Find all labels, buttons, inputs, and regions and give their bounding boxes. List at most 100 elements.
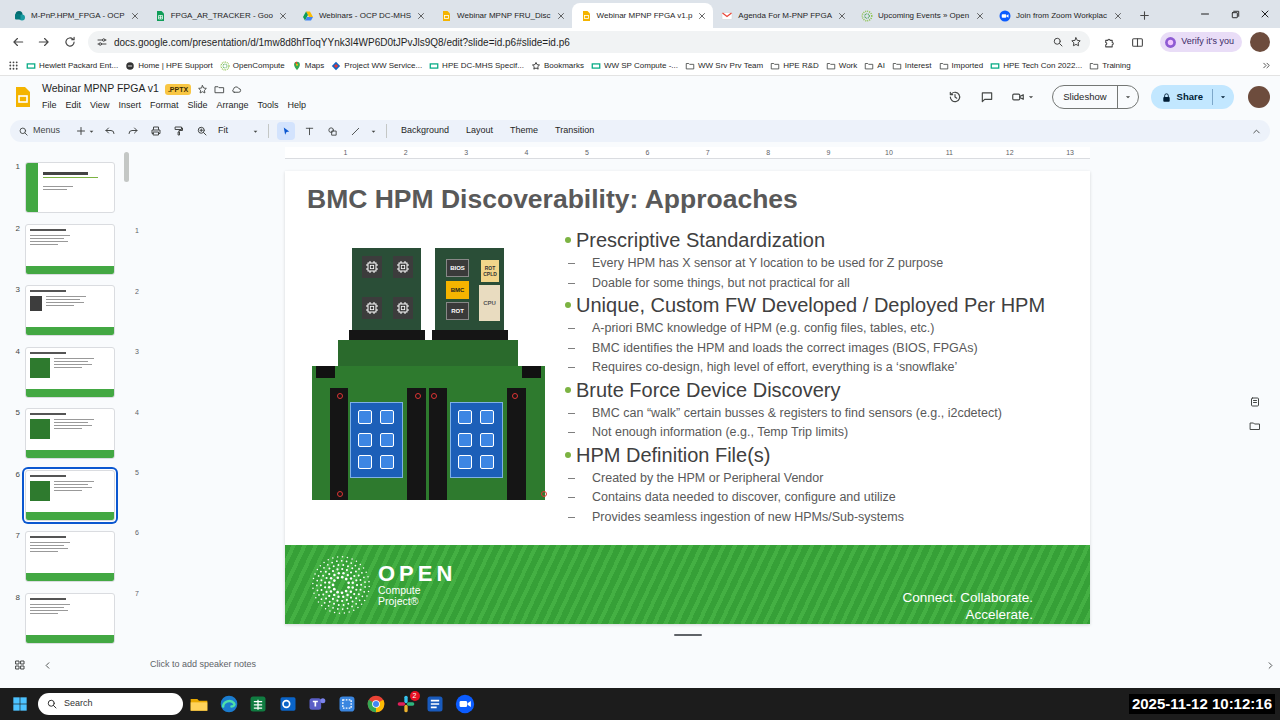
undo-button[interactable] xyxy=(101,122,119,140)
move-folder-icon[interactable] xyxy=(214,84,225,95)
verify-button[interactable]: Verify it's you xyxy=(1160,32,1242,52)
share-button[interactable]: Share xyxy=(1151,85,1234,109)
star-icon[interactable] xyxy=(197,84,208,95)
menu-item[interactable]: Edit xyxy=(66,99,82,113)
menu-item[interactable]: Format xyxy=(150,99,179,113)
close-icon[interactable] xyxy=(697,11,707,21)
taskbar-app[interactable] xyxy=(425,694,445,714)
bookmark[interactable]: WW Srv Prv Team xyxy=(685,60,763,72)
toolbar-action[interactable]: Theme xyxy=(504,124,544,138)
account-avatar[interactable] xyxy=(1248,86,1270,108)
browser-tab[interactable]: Agenda For M-PNP FPGA xyxy=(713,3,853,28)
sub-bullet-text[interactable]: Contains data needed to discover, config… xyxy=(592,488,896,508)
bookmark[interactable]: AI xyxy=(864,60,885,72)
taskbar-app[interactable] xyxy=(307,694,327,714)
bookmark[interactable]: Training xyxy=(1089,60,1131,72)
more-bookmarks-chevrons-icon[interactable] xyxy=(1261,60,1272,71)
taskbar-search[interactable]: Search xyxy=(38,693,183,715)
taskbar-app[interactable] xyxy=(248,694,268,714)
paint-format-button[interactable] xyxy=(170,122,188,140)
slideshow-button[interactable]: Slideshow xyxy=(1052,85,1138,109)
collapse-filmstrip-icon[interactable] xyxy=(42,660,53,671)
toolbar-action[interactable]: Layout xyxy=(460,124,499,138)
close-icon[interactable] xyxy=(278,11,288,21)
browser-tab[interactable]: Upcoming Events » Open xyxy=(853,3,991,28)
url-text[interactable]: docs.google.com/presentation/d/1mw8d8hfT… xyxy=(114,35,1046,50)
taskbar-app[interactable] xyxy=(366,694,386,714)
browser-tab[interactable]: Webinars - OCP DC-MHS xyxy=(294,3,432,28)
back-button[interactable] xyxy=(6,30,30,54)
apps-grid-icon[interactable] xyxy=(8,60,19,71)
close-icon[interactable] xyxy=(416,11,426,21)
menu-item[interactable]: File xyxy=(42,99,57,113)
bookmark[interactable]: Imported xyxy=(939,60,984,72)
bookmark[interactable]: Project WW Service... xyxy=(331,60,422,72)
reload-button[interactable] xyxy=(58,30,82,54)
browser-tab[interactable]: Webinar MPNP FPGA v1.p xyxy=(572,3,714,28)
bookmark[interactable]: Maps xyxy=(292,60,325,72)
taskbar-app[interactable] xyxy=(455,694,475,714)
bullet-text[interactable]: Prescriptive Standardization xyxy=(576,229,825,251)
filmstrip-row[interactable]: 1 xyxy=(0,162,130,224)
bullet-text[interactable]: Unique, Custom FW Developed / Deployed P… xyxy=(576,294,1045,316)
bookmark-star-icon[interactable] xyxy=(1070,36,1082,48)
zoom-magnifier-icon[interactable] xyxy=(1052,36,1064,48)
dropdown-caret-icon[interactable] xyxy=(369,127,378,136)
tool-button[interactable] xyxy=(277,122,295,140)
filmstrip-row[interactable]: 6 xyxy=(0,470,130,532)
document-title[interactable]: Webinar MPNP FPGA v1 xyxy=(42,81,159,97)
site-info-icon[interactable] xyxy=(96,36,108,48)
dropdown-caret-icon[interactable] xyxy=(1218,92,1228,102)
sub-bullet-text[interactable]: A-priori BMC knowledge of HPM (e.g. conf… xyxy=(592,319,935,339)
new-tab-button[interactable] xyxy=(1133,4,1155,26)
taskbar-app[interactable]: 2 xyxy=(396,694,416,714)
slide-thumbnail[interactable] xyxy=(25,347,115,398)
history-button[interactable] xyxy=(943,85,967,109)
filmstrip-row[interactable]: 4 xyxy=(0,347,130,409)
taskbar-app[interactable] xyxy=(278,694,298,714)
sub-bullet-text[interactable]: Doable for some things, but not practica… xyxy=(592,274,850,294)
close-icon[interactable] xyxy=(556,11,566,21)
collapse-caret-icon[interactable] xyxy=(1251,126,1262,137)
tool-button[interactable] xyxy=(346,122,364,140)
split-view-button[interactable] xyxy=(1124,30,1150,54)
notes-panel-icon[interactable] xyxy=(1249,396,1261,408)
slide-thumbnail[interactable] xyxy=(25,285,115,336)
cloud-status-icon[interactable] xyxy=(231,84,242,95)
slide-thumbnail[interactable] xyxy=(25,593,115,644)
sub-bullet-text[interactable]: Provides seamless ingestion of new HPMs/… xyxy=(592,508,904,528)
filmstrip-row[interactable]: 8 xyxy=(0,593,130,651)
extensions-button[interactable] xyxy=(1096,30,1122,54)
expand-panel-icon[interactable] xyxy=(1265,660,1276,671)
slide-thumbnail[interactable] xyxy=(25,224,115,275)
close-icon[interactable] xyxy=(837,11,847,21)
folder-panel-icon[interactable] xyxy=(1249,420,1261,432)
menus-search[interactable]: Menus xyxy=(18,124,70,138)
profile-avatar[interactable] xyxy=(1250,32,1270,52)
bullet-text[interactable]: HPM Definition File(s) xyxy=(576,444,770,466)
toolbar-action[interactable]: Transition xyxy=(549,124,600,138)
close-window-button[interactable] xyxy=(1250,0,1280,28)
slideshow-options[interactable] xyxy=(1118,86,1138,108)
sub-bullet-text[interactable]: BMC identifies the HPM and loads the cor… xyxy=(592,339,978,359)
forward-button[interactable] xyxy=(32,30,56,54)
menu-item[interactable]: Tools xyxy=(257,99,278,113)
taskbar-app[interactable] xyxy=(219,694,239,714)
bookmark[interactable]: HPE R&D xyxy=(770,60,819,72)
slide-thumbnail[interactable] xyxy=(25,162,115,213)
filmstrip-row[interactable]: 2 xyxy=(0,224,130,286)
bookmark[interactable]: Bookmarks xyxy=(531,60,584,72)
filmstrip-row[interactable]: 5 xyxy=(0,408,130,470)
new-slide-button[interactable] xyxy=(75,125,96,137)
restore-button[interactable] xyxy=(1220,0,1250,28)
slide-thumbnail[interactable] xyxy=(25,531,115,582)
bullet-text[interactable]: Brute Force Device Discovery xyxy=(576,379,841,401)
bookmark[interactable]: Work xyxy=(826,60,858,72)
toolbar-action[interactable]: Background xyxy=(395,124,455,138)
bookmark[interactable]: WW SP Compute -... xyxy=(591,60,678,72)
omnibox[interactable]: docs.google.com/presentation/d/1mw8d8hfT… xyxy=(88,31,1090,53)
system-clock[interactable]: 2025-11-12 10:12:16 xyxy=(1129,694,1275,714)
browser-tab[interactable]: Webinar MPNP FRU_Disc xyxy=(432,3,572,28)
speaker-notes[interactable]: Click to add speaker notes xyxy=(142,653,1222,677)
meet-button[interactable] xyxy=(1007,85,1040,109)
